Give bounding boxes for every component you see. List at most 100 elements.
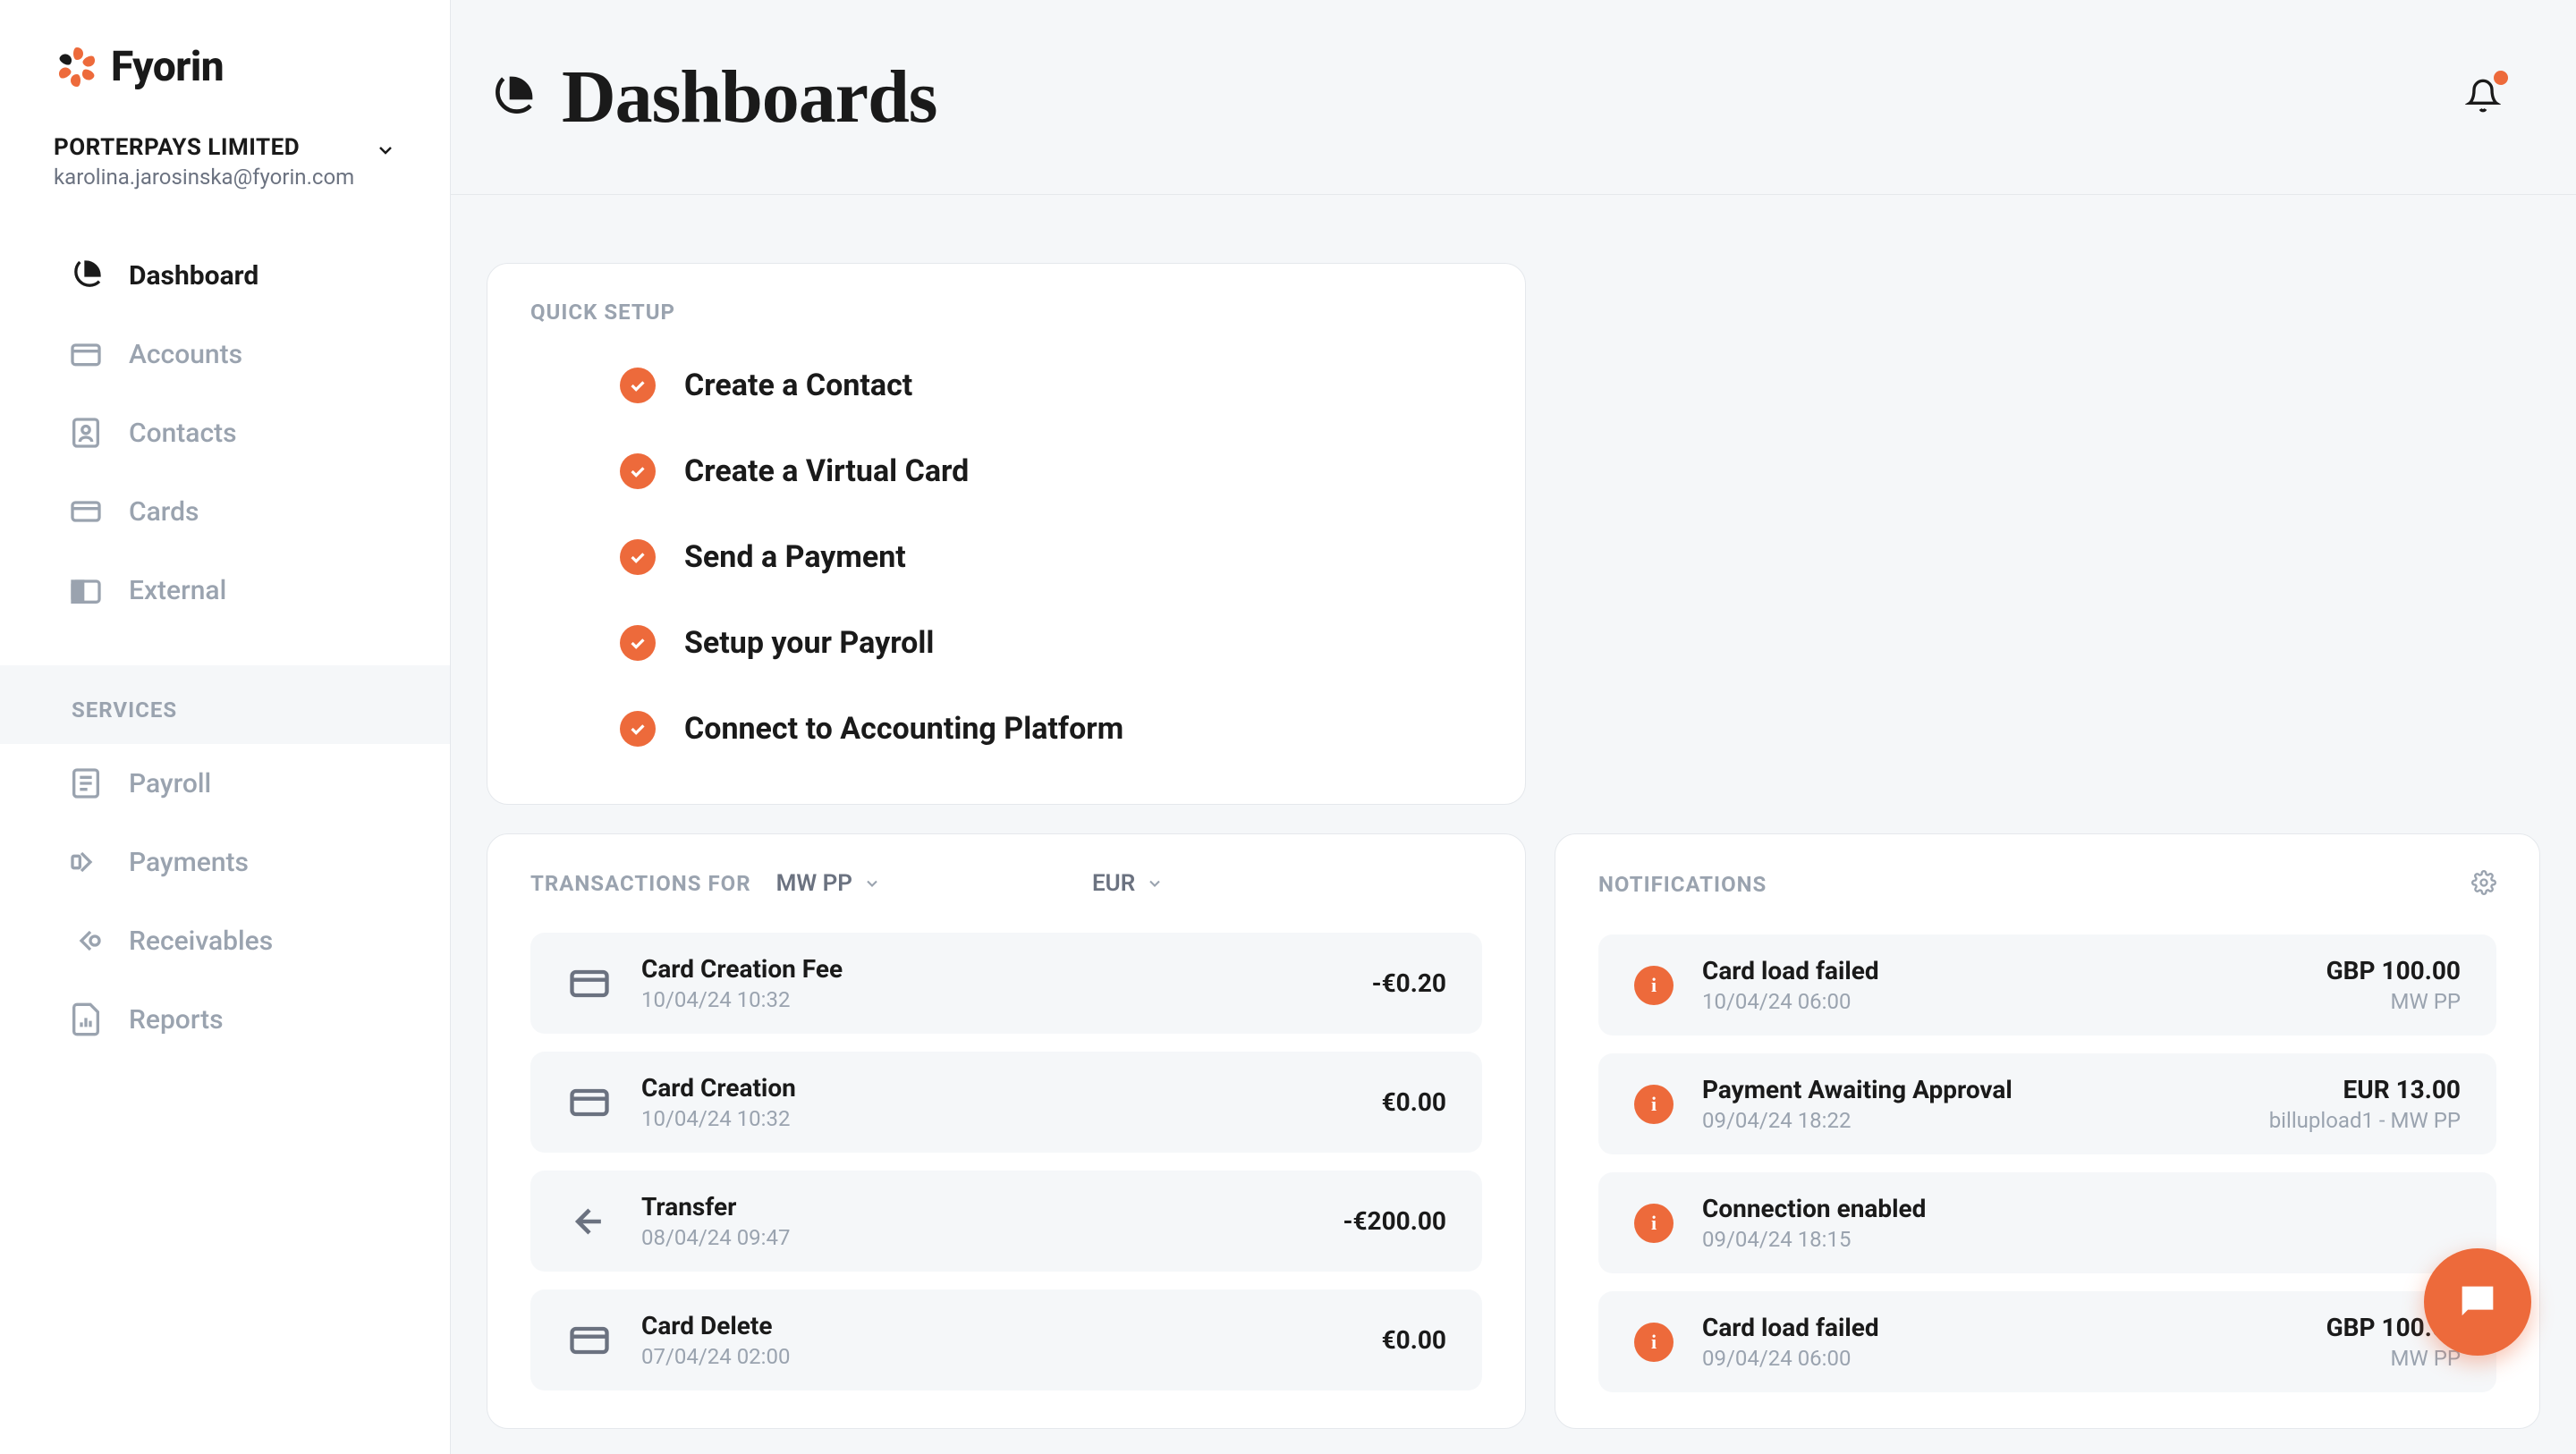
transaction-amount: -€200.00 bbox=[1343, 1206, 1446, 1236]
notifications-card: NOTIFICATIONS i Card load failed 10/04/2… bbox=[1555, 833, 2540, 1429]
sidebar-item-receivables[interactable]: Receivables bbox=[0, 901, 450, 980]
nav-label: Payroll bbox=[129, 768, 211, 799]
notification-row[interactable]: i Payment Awaiting Approval 09/04/24 18:… bbox=[1598, 1053, 2496, 1154]
currency-label: EUR bbox=[1092, 870, 1135, 897]
chevron-down-icon bbox=[1146, 875, 1164, 892]
external-icon bbox=[68, 572, 104, 608]
transaction-title: Card Creation bbox=[641, 1073, 1353, 1103]
notification-dot bbox=[2494, 71, 2508, 85]
transaction-timestamp: 08/04/24 09:47 bbox=[641, 1225, 1314, 1250]
notification-title: Connection enabled bbox=[1702, 1194, 2432, 1223]
setup-item[interactable]: Create a Virtual Card bbox=[620, 453, 1393, 489]
brand-name: Fyorin bbox=[111, 43, 224, 91]
chevron-down-icon bbox=[863, 875, 881, 892]
transaction-row[interactable]: Card Delete 07/04/24 02:00 €0.00 bbox=[530, 1289, 1482, 1391]
check-icon bbox=[620, 711, 656, 747]
company-name: PORTERPAYS LIMITED bbox=[54, 134, 354, 161]
notification-title: Card load failed bbox=[1702, 956, 2298, 985]
main-nav: Dashboard Accounts Contacts Cards bbox=[0, 222, 450, 1059]
nav-label: Cards bbox=[129, 496, 199, 528]
chevron-down-icon bbox=[375, 139, 396, 161]
setup-item[interactable]: Connect to Accounting Platform bbox=[620, 711, 1393, 747]
brand-icon bbox=[54, 44, 100, 90]
notification-row[interactable]: i Card load failed 10/04/24 06:00 GBP 10… bbox=[1598, 934, 2496, 1036]
sidebar-item-reports[interactable]: Reports bbox=[0, 980, 450, 1059]
info-icon: i bbox=[1634, 966, 1674, 1005]
payments-icon bbox=[68, 844, 104, 880]
arrow-left-icon bbox=[566, 1198, 613, 1245]
setup-label: Send a Payment bbox=[684, 539, 906, 575]
transaction-amount: -€0.20 bbox=[1372, 968, 1446, 998]
notification-row[interactable]: i Card load failed 09/04/24 06:00 GBP 10… bbox=[1598, 1291, 2496, 1392]
transaction-row[interactable]: Card Creation Fee 10/04/24 10:32 -€0.20 bbox=[530, 933, 1482, 1034]
notification-meta: billupload1 - MW PP bbox=[2269, 1108, 2461, 1133]
setup-item[interactable]: Setup your Payroll bbox=[620, 625, 1393, 661]
notification-amount: EUR 13.00 bbox=[2269, 1075, 2461, 1104]
notification-timestamp: 09/04/24 18:15 bbox=[1702, 1227, 2432, 1252]
setup-item[interactable]: Send a Payment bbox=[620, 539, 1393, 575]
nav-label: Accounts bbox=[129, 339, 242, 370]
sidebar-item-accounts[interactable]: Accounts bbox=[0, 315, 450, 393]
pie-chart-icon bbox=[68, 258, 104, 293]
card-icon bbox=[566, 1317, 613, 1364]
card-icon bbox=[68, 494, 104, 529]
setup-label: Connect to Accounting Platform bbox=[684, 711, 1123, 747]
transaction-row[interactable]: Card Creation 10/04/24 10:32 €0.00 bbox=[530, 1052, 1482, 1153]
chat-button[interactable] bbox=[2424, 1248, 2531, 1356]
services-header: SERVICES bbox=[0, 665, 450, 744]
setup-label: Setup your Payroll bbox=[684, 625, 934, 661]
sidebar-item-payments[interactable]: Payments bbox=[0, 823, 450, 901]
transaction-row[interactable]: Transfer 08/04/24 09:47 -€200.00 bbox=[530, 1171, 1482, 1272]
settings-button[interactable] bbox=[2471, 870, 2496, 899]
sidebar-item-external[interactable]: External bbox=[0, 551, 450, 630]
check-icon bbox=[620, 453, 656, 489]
sidebar-item-contacts[interactable]: Contacts bbox=[0, 393, 450, 472]
logo[interactable]: Fyorin bbox=[0, 0, 450, 109]
currency-selector[interactable]: EUR bbox=[1092, 870, 1164, 897]
transaction-timestamp: 10/04/24 10:32 bbox=[641, 987, 1343, 1012]
payroll-icon bbox=[68, 765, 104, 801]
notification-timestamp: 09/04/24 06:00 bbox=[1702, 1346, 2298, 1371]
receivables-icon bbox=[68, 923, 104, 959]
notification-row[interactable]: i Connection enabled 09/04/24 18:15 bbox=[1598, 1172, 2496, 1273]
setup-item[interactable]: Create a Contact bbox=[620, 368, 1393, 403]
sidebar: Fyorin PORTERPAYS LIMITED karolina.jaros… bbox=[0, 0, 451, 1454]
card-title: QUICK SETUP bbox=[530, 300, 1482, 325]
sidebar-item-dashboard[interactable]: Dashboard bbox=[0, 236, 450, 315]
check-icon bbox=[620, 625, 656, 661]
sidebar-item-payroll[interactable]: Payroll bbox=[0, 744, 450, 823]
transaction-amount: €0.00 bbox=[1382, 1325, 1446, 1355]
quick-setup-card: QUICK SETUP Create a Contact Create a Vi… bbox=[487, 263, 1526, 805]
notification-title: Card load failed bbox=[1702, 1313, 2298, 1342]
company-switcher[interactable]: PORTERPAYS LIMITED karolina.jarosinska@f… bbox=[0, 109, 450, 222]
account-label: MW PP bbox=[776, 870, 852, 897]
company-email: karolina.jarosinska@fyorin.com bbox=[54, 165, 354, 190]
notification-timestamp: 09/04/24 18:22 bbox=[1702, 1108, 2241, 1133]
card-title: NOTIFICATIONS bbox=[1598, 872, 1767, 897]
info-icon: i bbox=[1634, 1323, 1674, 1362]
header: Dashboards bbox=[451, 0, 2576, 195]
page-title: Dashboards bbox=[562, 54, 936, 140]
card-icon bbox=[566, 960, 613, 1007]
nav-label: Dashboard bbox=[129, 260, 258, 292]
check-icon bbox=[620, 368, 656, 403]
notification-amount: GBP 100.00 bbox=[2326, 956, 2461, 985]
contacts-icon bbox=[68, 415, 104, 451]
reports-icon bbox=[68, 1002, 104, 1037]
nav-label: Reports bbox=[129, 1004, 224, 1036]
sidebar-item-cards[interactable]: Cards bbox=[0, 472, 450, 551]
notification-timestamp: 10/04/24 06:00 bbox=[1702, 989, 2298, 1014]
transaction-amount: €0.00 bbox=[1382, 1087, 1446, 1117]
main-content: Dashboards QUICK SETUP Create a Contact … bbox=[451, 0, 2576, 1454]
notification-meta: MW PP bbox=[2326, 1346, 2461, 1371]
notification-title: Payment Awaiting Approval bbox=[1702, 1075, 2241, 1104]
card-icon bbox=[566, 1079, 613, 1126]
notification-meta: MW PP bbox=[2326, 989, 2461, 1014]
notifications-button[interactable] bbox=[2465, 78, 2501, 117]
setup-label: Create a Virtual Card bbox=[684, 453, 969, 489]
nav-label: Contacts bbox=[129, 418, 237, 449]
pie-chart-icon bbox=[487, 72, 537, 123]
transaction-timestamp: 07/04/24 02:00 bbox=[641, 1344, 1353, 1369]
account-selector[interactable]: MW PP bbox=[776, 870, 881, 897]
nav-label: Receivables bbox=[129, 926, 273, 957]
